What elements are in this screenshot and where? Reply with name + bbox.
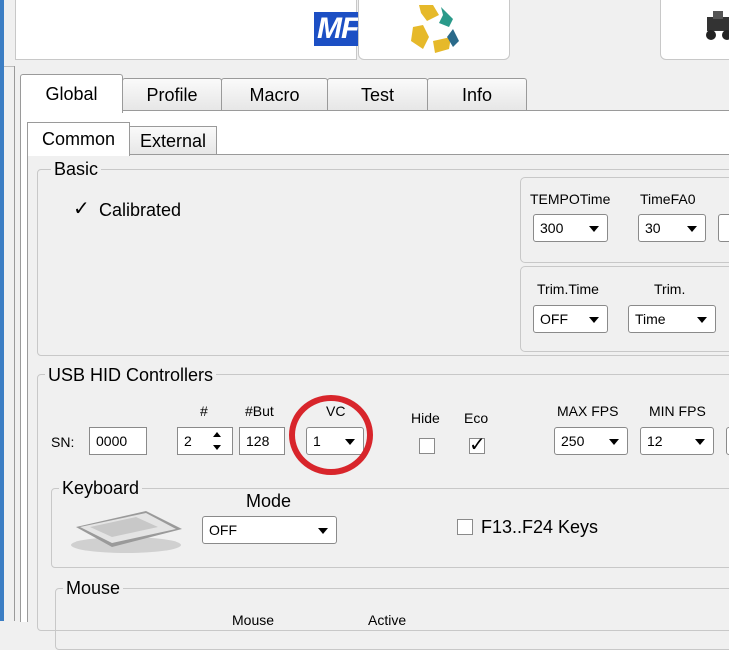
spin-down-icon[interactable] [213,445,221,450]
trim-select[interactable]: Time [628,305,716,333]
tab-info[interactable]: Info [427,78,527,111]
tab-label: Test [360,84,394,105]
subtab-external[interactable]: External [129,126,217,155]
basic-group-title: Basic [51,159,102,180]
active-column-label: Active [368,612,407,628]
mode-label: Mode [246,491,292,511]
min-fps-label: MIN FPS [649,403,706,419]
logo-graphic-icon [76,0,276,5]
keyboard-icon [71,511,182,553]
trim-time-select[interactable]: OFF [533,305,608,333]
time-fa0-label: TimeFA0 [640,191,696,207]
chevron-down-icon [697,317,707,323]
hide-checkbox[interactable] [419,438,435,454]
check-icon: ✓ [469,434,486,456]
chevron-down-icon [609,439,619,445]
num-label: # [200,403,208,419]
but-label: #But [245,403,274,419]
recycle-icon [411,5,459,53]
time-fa0-select[interactable]: 30 [638,214,706,242]
trim-time-label: Trim.Time [537,281,599,297]
select-value: Time [635,311,666,327]
spin-up-icon[interactable] [213,432,221,437]
tab-test[interactable]: Test [327,78,428,111]
tempo-time-select[interactable]: 300 [533,214,608,242]
tempo-time-label: TEMPOTime [530,191,611,207]
sn-input[interactable]: 0000 [89,427,147,455]
mouse-column-label: Mouse [232,612,275,628]
stepper-value: 2 [184,433,192,449]
check-icon: ✓ [73,198,90,220]
fkeys-checkbox[interactable] [457,519,473,535]
chevron-down-icon [695,439,705,445]
subtab-label: Common [41,129,116,149]
subtab-label: External [139,130,207,151]
trim-label: Trim. [654,281,686,297]
select-value: 30 [645,220,661,236]
keyboard-group-title: Keyboard [59,478,143,499]
calibrated-label: Calibrated [99,200,182,220]
chevron-down-icon [589,317,599,323]
max-fps-label: MAX FPS [557,403,619,419]
keyboard-mode-select[interactable]: OFF [202,516,337,544]
subtab-common[interactable]: Common [27,122,130,156]
tab-label: Profile [146,84,198,105]
max-fps-select[interactable]: 250 [554,427,628,455]
extra-select[interactable] [718,214,729,242]
window-border [0,0,4,621]
recycle-button[interactable] [358,0,510,60]
tab-global[interactable]: Global [20,74,123,113]
tab-profile[interactable]: Profile [122,78,222,111]
chevron-down-icon [589,226,599,232]
but-input[interactable]: 128 [239,427,285,455]
car-button[interactable] [660,0,729,60]
tab-macro[interactable]: Macro [221,78,328,111]
usb-hid-group-title: USB HID Controllers [45,365,217,386]
tab-label: Macro [249,84,300,105]
select-value: 300 [540,220,564,236]
tab-label: Global [45,83,98,104]
tab-label: Info [461,84,493,105]
mouse-group-title: Mouse [63,578,124,599]
select-value: OFF [540,311,568,327]
hide-label: Hide [411,410,440,426]
logo-panel [15,0,357,60]
select-value: 12 [647,433,663,449]
eco-label: Eco [464,410,489,426]
mf-logo: MF [314,12,362,46]
sn-label: SN: [51,434,75,450]
highlight-circle [289,395,373,475]
chevron-down-icon [318,528,328,534]
num-stepper[interactable]: 2 [177,427,233,455]
car-icon [706,11,729,40]
chevron-down-icon [687,226,697,232]
select-value: 250 [561,433,585,449]
min-fps-select[interactable]: 12 [640,427,714,455]
fkeys-label: F13..F24 Keys [481,517,599,537]
select-value: OFF [209,522,237,538]
